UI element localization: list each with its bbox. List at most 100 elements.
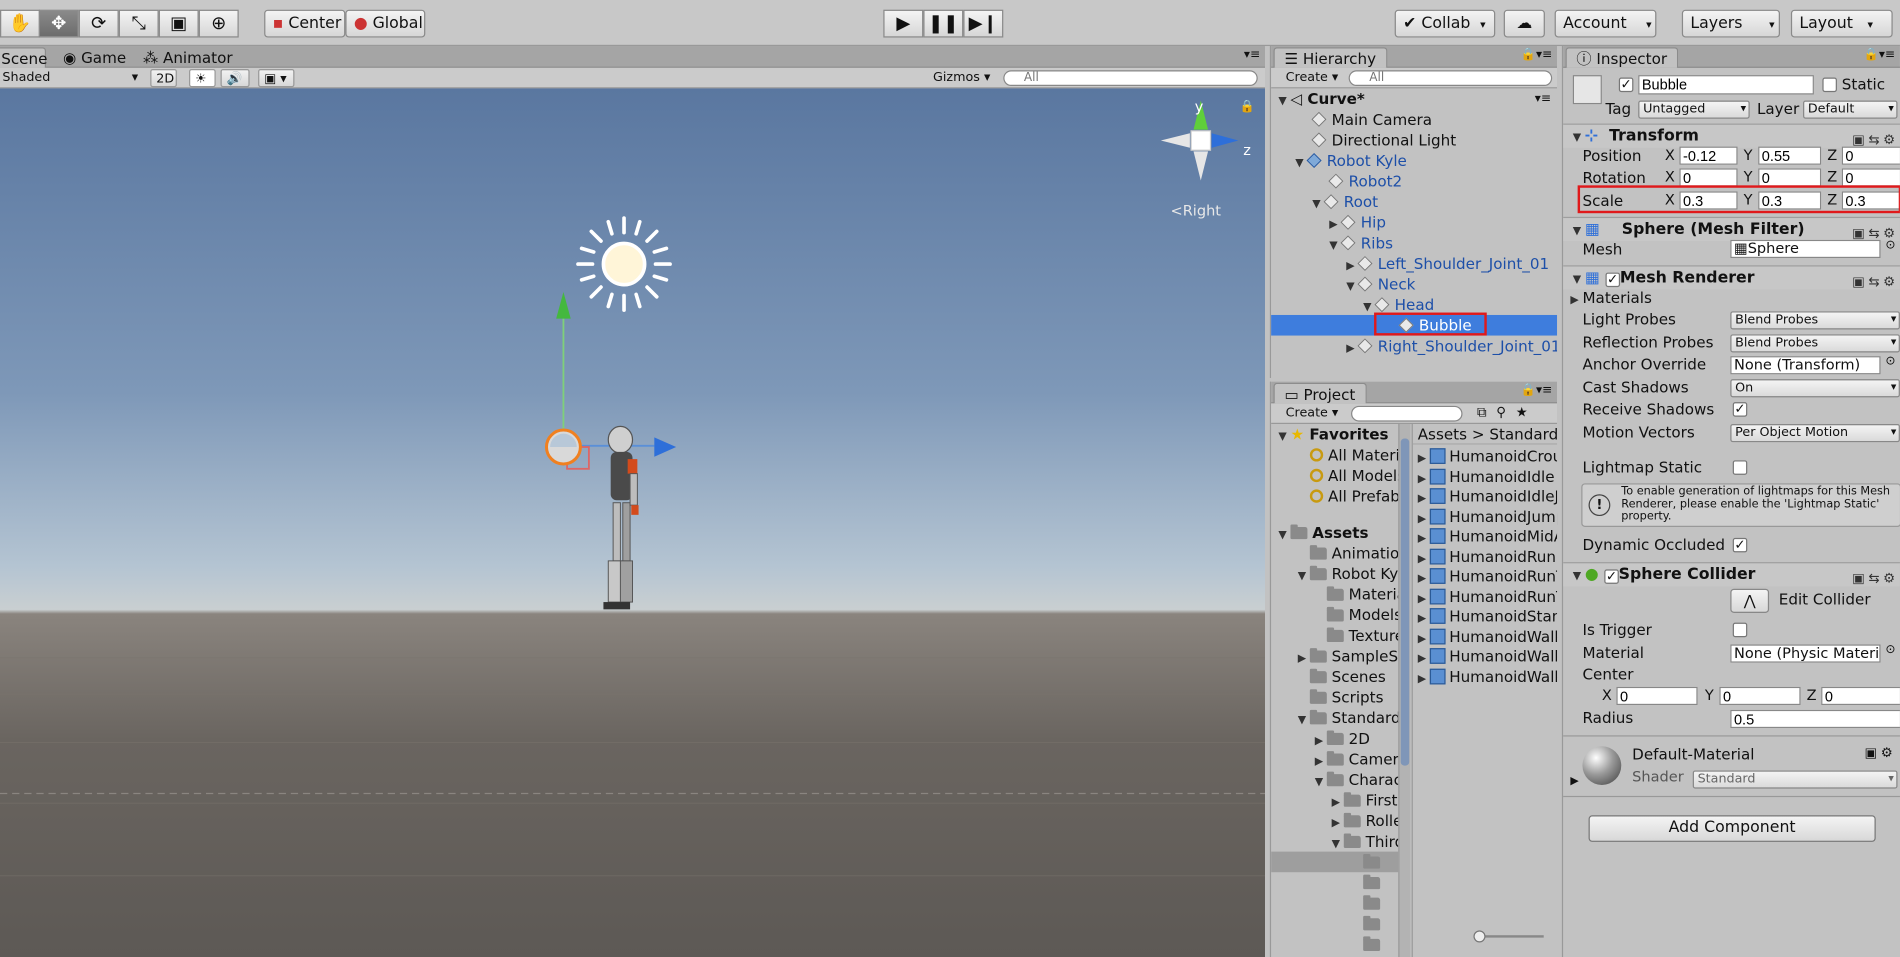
folder-robot-kyle[interactable]: ▼Robot Kyle [1271,563,1399,584]
asset-file-row[interactable]: ▶ HumanoidIdle [1413,466,1557,487]
fav-all-prefabs[interactable]: All Prefabs [1271,486,1398,507]
tab-hierarchy[interactable]: ☰ Hierarchy [1273,47,1387,68]
folder-tree-scrollbar[interactable] [1398,423,1411,957]
position-z-field[interactable] [1841,146,1900,165]
sphere-collider-enabled-checkbox[interactable]: ✓ [1604,569,1619,584]
scene-root-row[interactable]: ▼ ◁ Curve* ▾≡ [1271,88,1557,109]
project-search-input[interactable] [1351,405,1463,422]
scale-tool-icon[interactable]: ⤡ [118,9,159,38]
asset-file-row[interactable]: ▶HumanoidRunTurnSharp [1413,586,1557,607]
tag-dropdown[interactable]: Untagged [1638,100,1750,119]
folder-scripts[interactable]: Scripts [1271,687,1398,708]
dynamic-occluded-checkbox[interactable]: ✓ [1732,538,1748,553]
mesh-object-field[interactable]: ▦Sphere [1730,239,1881,259]
collab-button[interactable]: ✔ Collab ▾ [1394,9,1496,38]
tree-item-root[interactable]: ▼ Root [1271,191,1557,212]
favorites-row[interactable]: ▼ ★ Favorites [1271,424,1398,445]
account-dropdown[interactable]: Account ▾ [1554,9,1657,38]
folder-standard-assets[interactable]: ▼Standard Assets [1271,707,1399,728]
rotation-y-field[interactable] [1758,168,1822,187]
static-checkbox[interactable] [1822,77,1837,93]
hand-tool-icon[interactable]: ✋ [0,9,40,38]
tab-animator[interactable]: ⁂ Animator [133,47,242,68]
object-picker-icon[interactable]: ⊙ [1885,355,1895,368]
asset-file-row[interactable]: ▶HumanoidMidAir [1413,526,1557,547]
hierarchy-create-dropdown[interactable]: Create ▾ [1281,69,1339,87]
component-settings-icon[interactable]: ▣⇆⚙ [1852,567,1899,591]
tree-item-directional-light[interactable]: Directional Light [1271,130,1557,151]
mesh-filter-header[interactable]: ▼ ▦ Sphere (Mesh Filter) ▣⇆⚙ [1563,216,1900,242]
position-x-field[interactable] [1679,146,1738,165]
folder-characters[interactable]: ▼Characters [1271,769,1399,790]
folder-2d[interactable]: ▶ 2D [1271,728,1398,749]
tree-item-hip[interactable]: ▶ Hip [1271,212,1557,233]
rotation-x-field[interactable] [1679,168,1738,187]
center-z-field[interactable] [1821,686,1900,706]
folder-row[interactable] [1271,934,1398,955]
move-tool-icon[interactable]: ✥ [38,9,79,38]
panel-menu-icon[interactable]: 🔒▾≡ [1864,48,1895,61]
scene-menu-icon[interactable]: ▾≡ [1535,88,1551,109]
material-expand-icon[interactable]: ▶ [1570,775,1578,787]
cloud-button[interactable]: ☁ [1503,9,1545,38]
active-checkbox[interactable]: ✓ [1618,78,1634,93]
effects-dropdown[interactable]: ▣ ▾ [258,69,295,88]
folder-row[interactable] [1271,913,1398,934]
icon-size-slider[interactable] [1475,935,1544,938]
rotation-z-field[interactable] [1841,168,1900,187]
object-picker-icon[interactable]: ⊙ [1885,643,1895,656]
tree-item-left-shoulder[interactable]: ▶ Left_Shoulder_Joint_01 [1271,253,1557,274]
scene-viewport[interactable]: y z 🔒 <Right [0,88,1266,957]
position-y-field[interactable] [1758,146,1822,165]
tab-scene[interactable]: Scene [0,47,47,68]
step-button[interactable]: ▶❙ [963,9,1004,38]
pivot-center-button[interactable]: ▪ Center [264,9,346,38]
folder-scenes[interactable]: Scenes [1271,666,1398,687]
filter-icons[interactable]: ⧉⚲★ [1477,405,1537,422]
object-picker-icon[interactable]: ⊙ [1885,239,1895,252]
asset-file-row[interactable]: ▶ HumanoidJump [1413,506,1557,527]
folder-row[interactable] [1271,893,1398,914]
add-component-button[interactable]: Add Component [1588,815,1876,842]
object-name-field[interactable] [1638,75,1814,95]
folder-cameras[interactable]: ▶Cameras [1271,749,1399,770]
folder-selected-row[interactable] [1271,851,1399,873]
asset-file-row[interactable]: ▶HumanoidCrouch [1413,446,1557,467]
folder-models[interactable]: Models [1271,604,1398,625]
rotate-tool-icon[interactable]: ⟳ [78,9,119,38]
folder-samplescenes[interactable]: ▶SampleScenes [1271,646,1399,667]
tree-item-robot-kyle[interactable]: ▼ Robot Kyle [1271,150,1557,171]
edit-collider-button[interactable]: ⋀ [1730,588,1770,613]
slider-handle[interactable] [1473,930,1486,943]
materials-row[interactable]: ▶ Materials [1563,287,1900,309]
shading-mode-dropdown[interactable]: Shaded ▾ [0,69,141,87]
folder-rollerball[interactable]: ▶RollerBall [1271,810,1399,831]
tree-item-main-camera[interactable]: Main Camera [1271,109,1557,130]
tab-game[interactable]: ◉ Game [53,47,136,68]
transform-tool-icon[interactable]: ⊕ [198,9,239,38]
folder-textures[interactable]: Textures [1271,625,1398,646]
pivot-global-button[interactable]: ● Global [345,9,426,38]
tree-item-ribs[interactable]: ▼ Ribs [1271,233,1557,254]
layer-dropdown[interactable]: Default [1803,100,1898,119]
project-create-dropdown[interactable]: Create ▾ [1281,405,1339,423]
receive-shadows-checkbox[interactable]: ✓ [1732,402,1748,417]
tree-item-robot2[interactable]: Robot2 [1271,171,1557,192]
folder-thirdperson[interactable]: ▼ThirdPersonCharacter [1271,831,1399,852]
expand-arrow-icon[interactable]: ▶ [1418,669,1430,690]
asset-file-row[interactable]: ▶ HumanoidWalkTurnSharp [1413,666,1557,687]
pause-button[interactable]: ❚❚ [923,9,964,38]
folder-firstperson[interactable]: ▶FirstPersonCharacter [1271,790,1399,811]
mode-2d-toggle[interactable]: 2D [150,69,177,88]
material-settings-icon[interactable]: ▣⚙ [1864,745,1896,761]
robot-kyle-model[interactable] [594,425,655,619]
scene-search-input[interactable] [1003,70,1258,87]
tab-project[interactable]: ▭ Project [1273,382,1367,404]
center-y-field[interactable] [1719,686,1801,706]
panel-menu-icon[interactable]: ▾≡ [1244,48,1260,61]
transform-header[interactable]: ▼ ⊹ Transform ▣⇆⚙ [1563,123,1900,148]
mesh-renderer-header[interactable]: ▼ ▦ ✓ Mesh Renderer ▣⇆⚙ [1563,265,1900,290]
scrollbar-thumb[interactable] [1400,438,1410,766]
asset-file-row[interactable]: ▶HumanoidStand [1413,606,1557,627]
tree-item-right-shoulder[interactable]: ▶ Right_Shoulder_Joint_01 [1271,336,1557,357]
